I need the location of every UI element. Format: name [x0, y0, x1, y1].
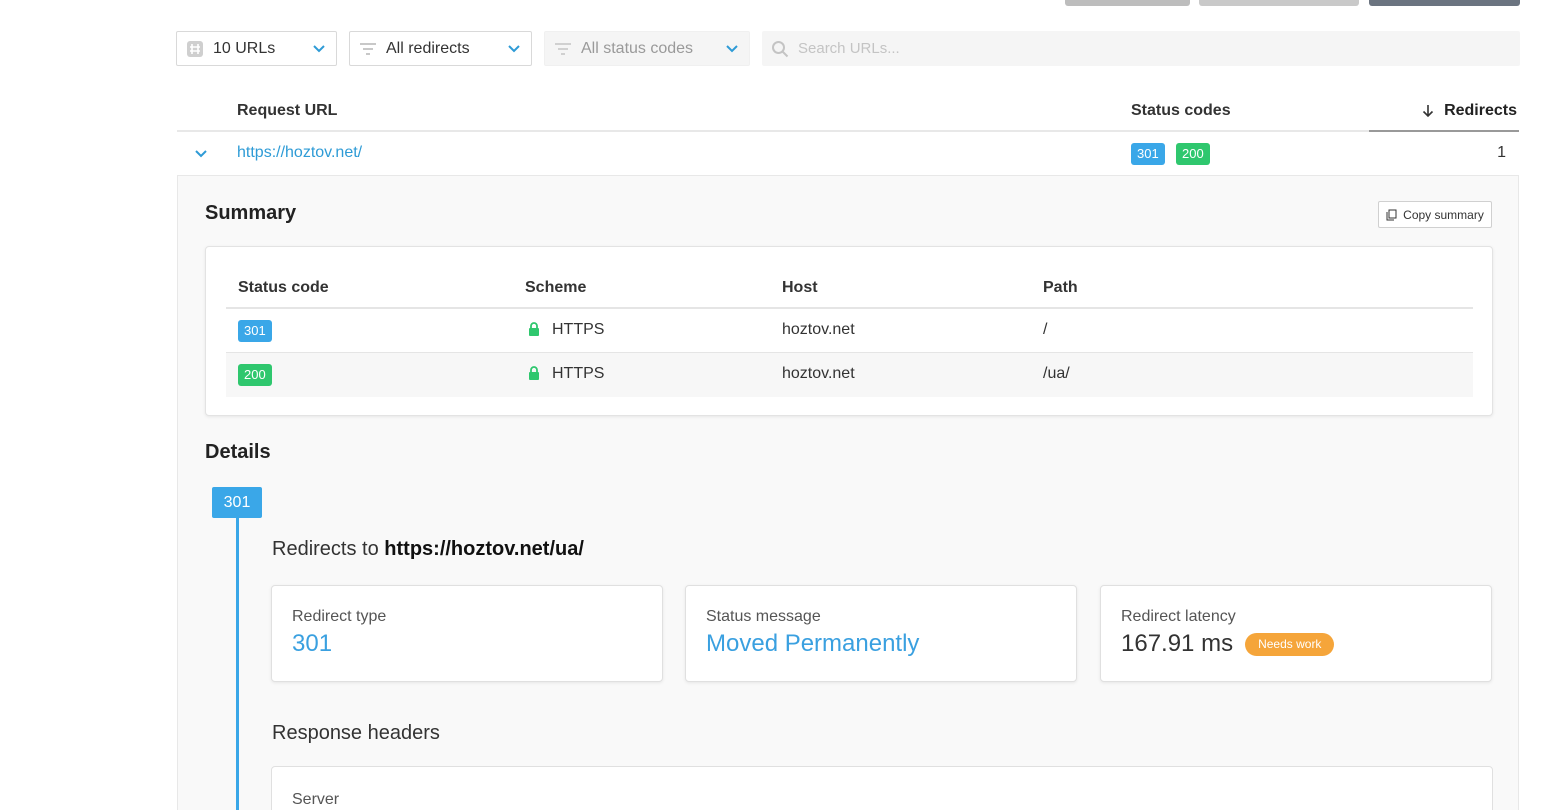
- summary-row: 301 HTTPS hoztov.net /: [226, 309, 1473, 353]
- redirect-latency-label: Redirect latency: [1121, 608, 1236, 625]
- redirect-type-label: Redirect type: [292, 608, 387, 625]
- path-value: /ua/: [1043, 365, 1070, 382]
- path-value: /: [1043, 321, 1048, 338]
- top-button-2[interactable]: [1199, 0, 1359, 6]
- summary-col-status: Status code: [238, 279, 329, 296]
- redirects-filter-select[interactable]: All redirects: [349, 31, 532, 66]
- status-badge-200: 200: [238, 364, 272, 386]
- status-message-value: Moved Permanently: [706, 630, 920, 657]
- summary-col-host: Host: [782, 279, 818, 296]
- summary-table-header: Status code Scheme Host Path: [226, 267, 1473, 309]
- summary-title: Summary: [205, 202, 297, 224]
- redirect-latency-row: 167.91 ms Needs work: [1121, 630, 1471, 658]
- summary-row: 200 HTTPS hoztov.net /ua/: [226, 353, 1473, 397]
- column-redirects[interactable]: Redirects: [1369, 92, 1519, 132]
- lock-icon: [528, 366, 540, 385]
- summary-col-scheme: Scheme: [525, 279, 587, 296]
- redirects-to-prefix: Redirects to: [272, 538, 379, 560]
- search-box: [762, 31, 1520, 66]
- expanded-panel: Summary Copy summary Status code Scheme …: [177, 176, 1519, 810]
- redirects-to-heading: Redirects to https://hoztov.net/ua/: [272, 538, 584, 561]
- host-value: hoztov.net: [782, 321, 855, 338]
- hash-icon: [177, 40, 213, 58]
- redirect-latency-card: Redirect latency 167.91 ms Needs work: [1100, 585, 1492, 682]
- summary-card: Status code Scheme Host Path 301 HTTPS h…: [205, 246, 1493, 416]
- url-count-label: 10 URLs: [213, 39, 276, 57]
- summary-col-path: Path: [1043, 279, 1078, 296]
- redirect-type-card: Redirect type 301: [271, 585, 663, 682]
- status-badge-301: 301: [238, 320, 272, 342]
- scheme-value: HTTPS: [552, 321, 605, 338]
- url-count-select[interactable]: 10 URLs: [176, 31, 337, 66]
- column-redirects-label: Redirects: [1444, 102, 1517, 119]
- copy-icon: [1386, 209, 1397, 220]
- chevron-down-icon: [302, 44, 336, 54]
- redirects-to-target: https://hoztov.net/ua/: [384, 538, 584, 560]
- copy-summary-button[interactable]: Copy summary: [1378, 201, 1492, 228]
- column-status-codes[interactable]: Status codes: [1131, 102, 1231, 120]
- status-filter-label: All status codes: [581, 39, 694, 57]
- sort-arrow-down-icon: [1423, 105, 1434, 118]
- details-title: Details: [205, 441, 271, 463]
- top-button-3[interactable]: [1369, 0, 1520, 6]
- timeline-step-badge: 301: [212, 487, 262, 518]
- search-icon: [762, 40, 798, 58]
- column-request-url[interactable]: Request URL: [237, 102, 337, 120]
- response-header-card: Server: [271, 766, 1493, 810]
- timeline-line: [236, 518, 239, 810]
- scheme-value: HTTPS: [552, 365, 605, 382]
- table-row[interactable]: https://hoztov.net/ 301 200 1: [177, 133, 1519, 176]
- chevron-down-icon[interactable]: [193, 148, 209, 160]
- table-header: Request URL Status codes Redirects: [177, 92, 1519, 132]
- status-message-label: Status message: [706, 608, 821, 625]
- status-badge-301: 301: [1131, 143, 1165, 165]
- redirect-latency-value: 167.91 ms: [1121, 630, 1234, 657]
- redirects-count: 1: [1497, 144, 1506, 161]
- status-filter-select[interactable]: All status codes: [544, 31, 750, 66]
- needs-work-badge: Needs work: [1245, 632, 1335, 656]
- header-name-server: Server: [292, 791, 340, 808]
- status-message-card: Status message Moved Permanently: [685, 585, 1077, 682]
- status-badge-200: 200: [1176, 143, 1210, 165]
- chevron-down-icon: [497, 44, 531, 54]
- filter-icon: [545, 42, 581, 56]
- copy-summary-label: Copy summary: [1403, 207, 1484, 222]
- chevron-down-icon: [715, 44, 749, 54]
- search-input[interactable]: [798, 40, 1478, 57]
- redirects-filter-label: All redirects: [386, 39, 470, 57]
- redirect-type-value: 301: [292, 630, 333, 657]
- request-url-link[interactable]: https://hoztov.net/: [237, 144, 362, 162]
- filter-icon: [350, 42, 386, 56]
- host-value: hoztov.net: [782, 365, 855, 382]
- lock-icon: [528, 322, 540, 341]
- response-headers-title: Response headers: [272, 722, 440, 744]
- top-button-1[interactable]: [1065, 0, 1190, 6]
